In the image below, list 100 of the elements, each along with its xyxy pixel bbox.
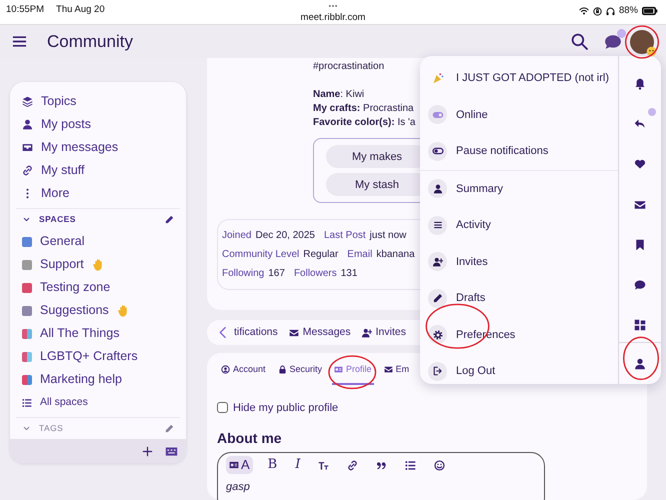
link-icon <box>347 460 358 470</box>
menu-item[interactable]: Activity <box>420 207 618 244</box>
space-item[interactable]: Support <box>16 253 180 276</box>
sidebar-item[interactable]: My messages <box>16 136 180 159</box>
user-icon <box>634 358 646 370</box>
profile-field: My crafts: Procrastina <box>313 102 414 116</box>
page-title: Community <box>47 30 133 53</box>
text-editor[interactable]: A B I gasp <box>217 452 545 500</box>
profile-field: Name: Kiwi <box>313 88 364 102</box>
italic-button[interactable]: I <box>292 456 304 474</box>
stat-value: Dec 20, 2025 <box>255 229 315 243</box>
user-icon <box>22 119 33 130</box>
space-item[interactable]: Testing zone <box>16 276 180 299</box>
space-item[interactable]: LGBTQ+ Crafters <box>16 345 180 368</box>
inbox-icon <box>22 142 33 153</box>
edit-icon <box>165 424 174 433</box>
emoji-icon <box>434 460 446 470</box>
nav-tab[interactable]: tifications <box>217 324 278 340</box>
chevron-down-icon <box>22 424 31 433</box>
hashtag-text: #procrastination <box>313 60 386 74</box>
list-icon <box>22 398 32 408</box>
space-item[interactable]: Marketing help <box>16 368 180 391</box>
pencil-icon <box>432 293 442 304</box>
sidebar-item[interactable]: My stuff <box>16 159 180 182</box>
status-time: 10:55PM <box>6 3 44 17</box>
link-icon <box>22 165 33 176</box>
sidebar-item[interactable]: All spaces <box>16 391 180 414</box>
reply-icon <box>634 118 646 130</box>
stat-label: Last Post <box>324 229 366 243</box>
layers-icon <box>22 96 33 107</box>
menu-item[interactable]: I JUST GOT ADOPTED (not irl) <box>420 60 618 96</box>
status-date: Thu Aug 20 <box>56 3 105 17</box>
logout-icon <box>432 366 442 376</box>
format-toggle[interactable]: A <box>226 456 253 474</box>
section-heading: SPACES <box>39 213 77 226</box>
stat-value: just now <box>370 229 406 243</box>
bookmark-icon <box>634 238 646 251</box>
battery-percent: 88% <box>618 4 638 18</box>
stat-label: Following <box>222 267 264 281</box>
bell-icon <box>634 78 646 90</box>
stat-value: Regular <box>303 248 338 262</box>
bold-button[interactable]: B <box>264 456 280 474</box>
search-button[interactable] <box>571 33 588 50</box>
checkbox[interactable] <box>217 402 228 414</box>
space-item[interactable]: General <box>16 230 180 253</box>
list-icon <box>405 460 416 470</box>
profile-field: Favorite color(s): Is 'a <box>313 116 416 130</box>
emoji-badge-icon <box>646 46 657 56</box>
heart-icon <box>634 158 646 170</box>
stat-value: kbanana <box>376 248 415 262</box>
stat-label: Followers <box>294 267 337 281</box>
chat-icon <box>634 279 646 292</box>
stat-value: 131 <box>340 267 358 281</box>
keyboard-icon <box>165 444 178 458</box>
checkbox-label: Hide my public profile <box>233 400 338 416</box>
wifi-icon <box>578 6 589 16</box>
plus-icon <box>142 446 153 456</box>
section-heading: TAGS <box>39 422 64 435</box>
user-icon <box>432 184 442 194</box>
sidebar-item[interactable]: More <box>16 182 180 205</box>
list-icon <box>432 220 442 230</box>
menu-item[interactable]: Online <box>420 96 618 133</box>
nav-tab[interactable]: Messages <box>288 324 351 340</box>
settings-tab[interactable]: Security <box>276 361 324 384</box>
chat-icon <box>604 32 622 50</box>
envelope-icon <box>634 198 646 211</box>
section-heading: About me <box>217 429 283 448</box>
menu-icon <box>12 34 27 49</box>
stat-value: 167 <box>268 267 285 281</box>
sidebar-item[interactable]: Topics <box>16 90 180 113</box>
orientation-lock-icon <box>592 6 602 16</box>
settings-icon <box>432 330 442 340</box>
menu-button[interactable] <box>12 34 27 49</box>
sidebar-item[interactable]: My posts <box>16 113 180 136</box>
settings-tab[interactable]: Account <box>219 361 268 384</box>
space-item[interactable]: All The Things <box>16 322 180 345</box>
id-card-icon <box>334 365 344 374</box>
user-plus-icon <box>362 328 372 338</box>
account-icon <box>221 365 230 374</box>
edit-icon <box>165 215 174 224</box>
quote-icon <box>376 460 388 470</box>
menu-item[interactable]: Log Out <box>420 353 618 390</box>
headphones-icon <box>606 6 615 16</box>
search-icon <box>571 33 588 50</box>
menu-item[interactable]: Invites <box>420 244 618 280</box>
party-icon <box>432 72 444 84</box>
stat-label: Joined <box>222 229 252 243</box>
menu-item[interactable]: Drafts <box>420 280 618 316</box>
envelope-icon <box>384 365 393 374</box>
add-button[interactable] <box>142 446 153 456</box>
user-plus-icon <box>432 256 442 267</box>
space-item[interactable]: Suggestions <box>16 299 180 322</box>
nav-tab[interactable]: Invites <box>362 324 406 340</box>
text-size-icon <box>318 460 330 470</box>
avatar-button[interactable] <box>630 30 654 54</box>
grid-icon <box>634 319 646 332</box>
stat-label: Email <box>347 248 372 262</box>
settings-tab[interactable]: Em <box>382 361 412 384</box>
keyboard-button[interactable] <box>165 444 178 458</box>
envelope-icon <box>288 328 299 338</box>
